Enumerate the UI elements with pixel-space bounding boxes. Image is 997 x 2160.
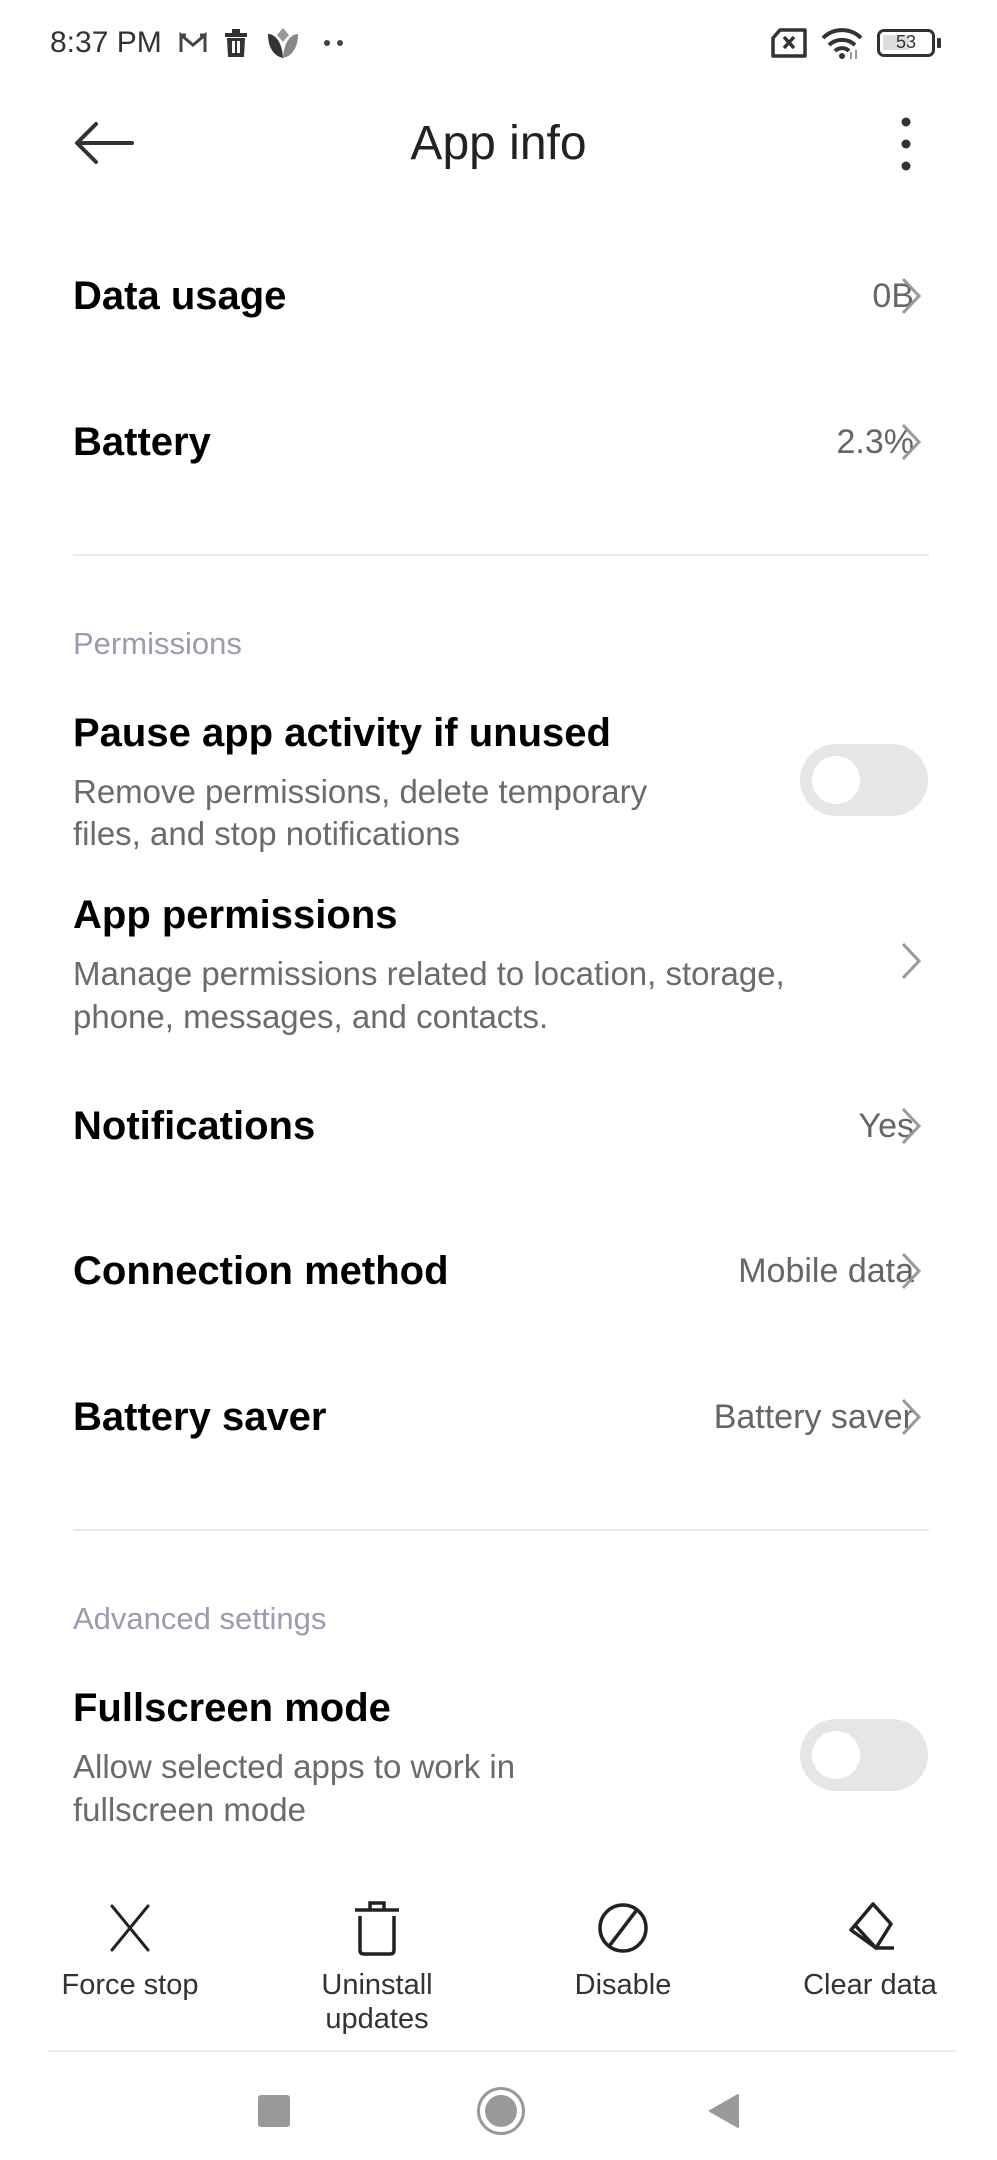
battery-saver-row[interactable]: Battery saver Battery saver — [0, 1361, 997, 1473]
app-permissions-title: App permissions — [73, 893, 398, 937]
fullscreen-mode-toggle[interactable] — [800, 1719, 928, 1791]
fullscreen-mode-desc-line1: Allow selected apps to work in — [73, 1748, 516, 1785]
no-sim-icon — [771, 28, 807, 58]
pause-app-activity-title: Pause app activity if unused — [73, 711, 611, 755]
more-vertical-icon — [901, 117, 911, 171]
data-usage-row[interactable]: Data usage 0B — [0, 240, 997, 352]
app-permissions-row[interactable]: App permissions Manage permissions relat… — [0, 884, 997, 1044]
notifications-title: Notifications — [73, 1104, 316, 1148]
uninstall-updates-label-line2: updates — [325, 2003, 429, 2035]
back-triangle-icon[interactable] — [706, 2093, 742, 2129]
chevron-right-icon — [901, 1107, 922, 1145]
chevron-right-icon — [901, 277, 922, 315]
battery-level: 53 — [895, 32, 917, 52]
app-permissions-desc-line2: phone, messages, and contacts. — [73, 998, 549, 1035]
eraser-icon — [849, 1902, 894, 1950]
pause-app-activity-desc-line2: files, and stop notifications — [73, 815, 461, 852]
toggle-knob — [812, 756, 860, 804]
disable-label: Disable — [574, 1969, 672, 2001]
advanced-settings-section-header: Advanced settings — [73, 1601, 327, 1636]
more-options-button[interactable] — [880, 112, 932, 176]
clear-data-label: Clear data — [803, 1969, 937, 2001]
recents-square-icon[interactable] — [258, 2095, 290, 2127]
chevron-right-icon — [901, 942, 922, 980]
data-usage-title: Data usage — [73, 274, 287, 318]
battery-icon: 53 — [877, 29, 935, 57]
force-stop-label: Force stop — [61, 1969, 199, 2001]
tulip-icon — [268, 28, 298, 58]
pause-app-activity-toggle[interactable] — [800, 744, 928, 816]
pause-app-activity-row[interactable]: Pause app activity if unused Remove perm… — [0, 700, 997, 860]
wifi-icon — [821, 28, 863, 59]
permissions-section-header: Permissions — [73, 626, 242, 661]
chevron-right-icon — [901, 1252, 922, 1290]
notifications-row[interactable]: Notifications Yes — [0, 1070, 997, 1182]
connection-method-value: Mobile data — [738, 1252, 914, 1290]
force-stop-button[interactable]: Force stop — [15, 1898, 245, 2002]
battery-saver-value: Battery saver — [713, 1398, 914, 1436]
disable-button[interactable]: Disable — [508, 1898, 738, 2002]
block-icon — [598, 1903, 648, 1953]
connection-method-row[interactable]: Connection method Mobile data — [0, 1215, 997, 1327]
chevron-right-icon — [901, 423, 922, 461]
trash-icon — [225, 29, 247, 57]
chevron-right-icon — [901, 1398, 922, 1436]
section-divider — [73, 1529, 929, 1531]
gmail-icon — [179, 31, 207, 52]
home-circle-icon[interactable] — [477, 2087, 525, 2135]
battery-title: Battery — [73, 420, 211, 464]
section-divider — [73, 554, 929, 556]
fullscreen-mode-desc-line2: fullscreen mode — [73, 1791, 306, 1828]
status-time: 8:37 PM — [50, 26, 162, 59]
pause-app-activity-desc-line1: Remove permissions, delete temporary — [73, 773, 648, 810]
page-title: App info — [410, 117, 587, 170]
toggle-knob — [812, 1731, 860, 1779]
more-dots-icon — [324, 40, 346, 48]
uninstall-updates-label-line1: Uninstall — [321, 1969, 433, 2001]
uninstall-updates-button[interactable]: Uninstall updates — [262, 1898, 492, 2036]
trash-icon — [355, 1901, 399, 1956]
clear-data-button[interactable]: Clear data — [755, 1898, 985, 2002]
connection-method-title: Connection method — [73, 1249, 449, 1293]
app-permissions-desc-line1: Manage permissions related to location, … — [73, 955, 785, 992]
fullscreen-mode-row[interactable]: Fullscreen mode Allow selected apps to w… — [0, 1675, 997, 1835]
close-x-icon — [110, 1904, 150, 1952]
battery-tip — [937, 38, 941, 48]
fullscreen-mode-title: Fullscreen mode — [73, 1686, 391, 1730]
bottom-divider — [47, 2050, 956, 2052]
battery-row[interactable]: Battery 2.3% — [0, 386, 997, 498]
battery-saver-title: Battery saver — [73, 1395, 327, 1439]
